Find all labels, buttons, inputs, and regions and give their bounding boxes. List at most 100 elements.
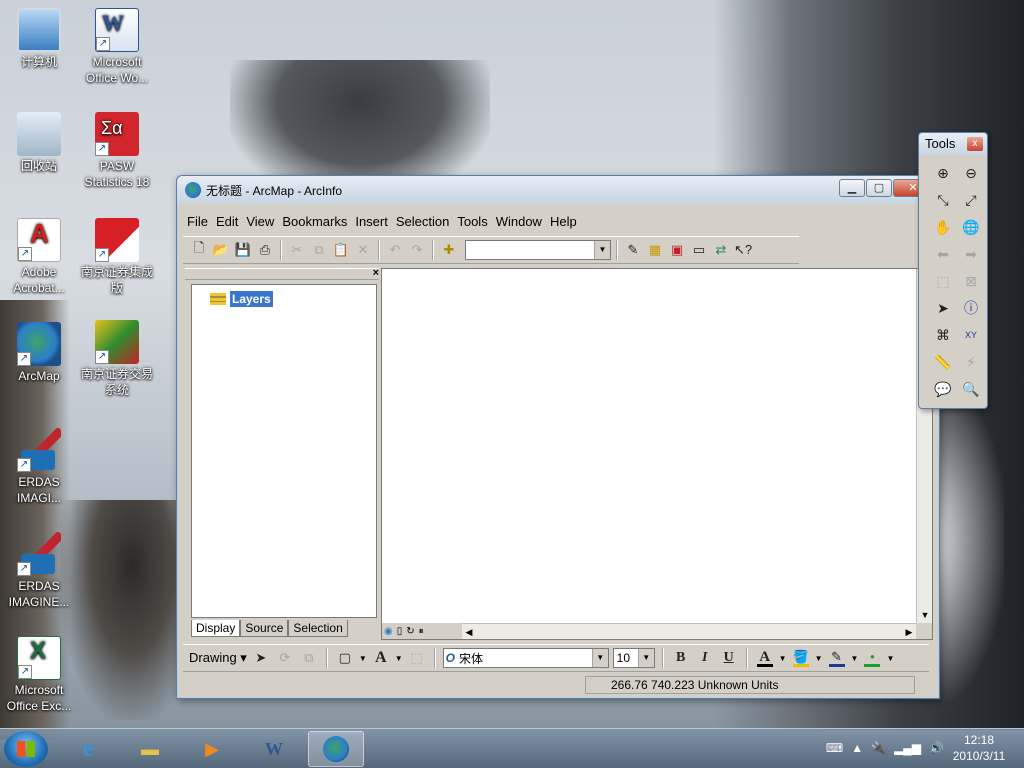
clear-selection-icon[interactable]: ⊠ [959, 269, 983, 293]
hyperlink-icon[interactable]: ⚡ [959, 350, 983, 374]
font-color-button[interactable]: A [755, 648, 775, 668]
desktop-icon-njtrade[interactable]: ↗ 南京证券交易系统 [80, 320, 154, 398]
tab-selection[interactable]: Selection [288, 620, 348, 637]
delete-icon[interactable]: ✕ [353, 240, 373, 260]
back-arrow-icon[interactable]: ⬅ [931, 242, 955, 266]
menu-window[interactable]: Window [492, 212, 546, 231]
maximize-button[interactable]: ▢ [866, 179, 892, 197]
start-button[interactable] [4, 731, 48, 767]
chevron-down-icon[interactable]: ▼ [591, 649, 608, 667]
map-scale-combobox[interactable]: ▼ [465, 240, 611, 260]
menu-selection[interactable]: Selection [392, 212, 453, 231]
bold-button[interactable]: B [671, 648, 691, 668]
menu-edit[interactable]: Edit [212, 212, 242, 231]
measure-icon[interactable]: 📏 [931, 350, 955, 374]
taskbar-media-player-icon[interactable]: ▶ [184, 731, 240, 767]
taskbar-explorer-icon[interactable]: ▬ [122, 731, 178, 767]
taskbar-arcmap-icon[interactable] [308, 731, 364, 767]
desktop-icon-acrobat[interactable]: ↗ Adobe Acrobat... [2, 218, 76, 296]
rectangle-icon[interactable]: ▢ [335, 648, 355, 668]
open-folder-icon[interactable]: 📂 [211, 240, 231, 260]
scroll-right-icon[interactable]: ▶ [902, 624, 916, 640]
toc-close-icon[interactable]: × [373, 267, 379, 279]
desktop-icon-njzq[interactable]: ↗ 南京证券集成版 [80, 218, 154, 296]
arctoolbox-icon[interactable]: ▣ [667, 240, 687, 260]
tools-titlebar[interactable]: Tools x [919, 133, 987, 155]
zoom-in-icon[interactable]: ⊕ [931, 161, 955, 185]
html-popup-icon[interactable]: 💬 [931, 377, 955, 401]
desktop-icon-erdas-2[interactable]: ↗ ERDAS IMAGINE... [2, 532, 76, 610]
zoom-out-icon[interactable]: ⊖ [959, 161, 983, 185]
chevron-down-icon[interactable]: ▼ [637, 649, 654, 667]
go-to-xy-icon[interactable]: XY [959, 323, 983, 347]
add-data-icon[interactable]: ✚ [439, 240, 459, 260]
pan-hand-icon[interactable]: ✋ [931, 215, 955, 239]
select-features-icon[interactable]: ⬚ [931, 269, 955, 293]
fill-color-icon[interactable]: 🪣 [791, 648, 811, 668]
identify-icon[interactable]: ⓘ [959, 296, 983, 320]
volume-icon[interactable]: 🔊 [929, 741, 944, 755]
arccatalog-icon[interactable]: ▦ [645, 240, 665, 260]
scroll-down-icon[interactable]: ▼ [917, 607, 933, 623]
minimize-button[interactable]: ▁ [839, 179, 865, 197]
underline-button[interactable]: U [719, 648, 739, 668]
chevron-down-icon[interactable]: ▼ [594, 241, 610, 259]
menu-tools[interactable]: Tools [453, 212, 491, 231]
desktop-icon-arcmap[interactable]: ↗ ArcMap [2, 322, 76, 384]
keyboard-icon[interactable]: ⌨ [826, 741, 843, 755]
menu-view[interactable]: View [242, 212, 278, 231]
clock[interactable]: 12:18 2010/3/11 [944, 732, 1014, 764]
menu-bookmarks[interactable]: Bookmarks [278, 212, 351, 231]
desktop-icon-recycle-bin[interactable]: 回收站 [2, 112, 76, 174]
modelbuilder-icon[interactable]: ⇄ [711, 240, 731, 260]
rotate-icon[interactable]: ⟳ [275, 648, 295, 668]
desktop-icon-computer[interactable]: 计算机 [2, 8, 76, 70]
window-titlebar[interactable]: 无标题 - ArcMap - ArcInfo ▁ ▢ ✕ [177, 176, 939, 204]
cut-icon[interactable]: ✂ [287, 240, 307, 260]
zoom-to-selected-icon[interactable]: ⧉ [299, 648, 319, 668]
layout-view-icon[interactable]: ▯ [397, 626, 403, 637]
desktop-icon-pasw[interactable]: ↗ PASW Statistics 18 [80, 112, 154, 190]
refresh-icon[interactable]: ↻ [406, 626, 414, 637]
power-icon[interactable]: 🔌 [871, 741, 886, 755]
new-document-icon[interactable]: 🗋 [189, 240, 209, 260]
drawing-menu-button[interactable]: Drawing ▾ [189, 650, 247, 666]
tab-display[interactable]: Display [191, 620, 241, 637]
forward-arrow-icon[interactable]: ➡ [959, 242, 983, 266]
chevron-down-icon[interactable]: ▼ [779, 654, 787, 663]
create-viewer-icon[interactable]: 🔍 [959, 377, 983, 401]
chevron-down-icon[interactable]: ▼ [395, 654, 403, 663]
line-color-icon[interactable]: ✎ [827, 648, 847, 668]
font-combobox[interactable]: O 宋体 ▼ [442, 648, 609, 668]
select-elements-icon[interactable]: ➤ [931, 296, 955, 320]
chevron-down-icon[interactable]: ▼ [815, 654, 823, 663]
chevron-down-icon[interactable]: ▼ [359, 654, 367, 663]
select-elements-icon[interactable]: ➤ [251, 648, 271, 668]
tab-source[interactable]: Source [240, 620, 289, 637]
chevron-down-icon[interactable]: ▼ [851, 654, 859, 663]
italic-button[interactable]: I [695, 648, 715, 668]
command-line-icon[interactable]: ▭ [689, 240, 709, 260]
desktop-icon-excel[interactable]: ↗ Microsoft Office Exc... [2, 636, 76, 714]
paste-icon[interactable]: 📋 [331, 240, 351, 260]
menu-help[interactable]: Help [546, 212, 581, 231]
copy-icon[interactable]: ⧉ [309, 240, 329, 260]
menu-insert[interactable]: Insert [351, 212, 392, 231]
find-binoculars-icon[interactable]: ⌘ [931, 323, 955, 347]
taskbar-word-icon[interactable]: W [246, 731, 302, 767]
print-icon[interactable]: ⎙ [255, 240, 275, 260]
network-signal-icon[interactable]: ▂▄▆ [894, 741, 921, 755]
save-icon[interactable]: 💾 [233, 240, 253, 260]
fixed-zoom-out-icon[interactable]: ⤢ [959, 188, 983, 212]
chevron-down-icon[interactable]: ▼ [886, 654, 894, 663]
font-size-combobox[interactable]: 10 ▼ [612, 648, 655, 668]
fixed-zoom-in-icon[interactable]: ⤡ [931, 188, 955, 212]
desktop-icon-word[interactable]: ↗ Microsoft Office Wo... [80, 8, 154, 86]
undo-icon[interactable]: ↶ [385, 240, 405, 260]
menu-file[interactable]: File [183, 212, 212, 231]
editor-toolbar-icon[interactable]: ✎ [623, 240, 643, 260]
layers-node[interactable]: Layers [210, 291, 273, 307]
new-text-icon[interactable]: A [371, 648, 391, 668]
marker-color-icon[interactable]: • [862, 648, 882, 668]
pause-drawing-icon[interactable]: ⏸ [419, 626, 424, 637]
